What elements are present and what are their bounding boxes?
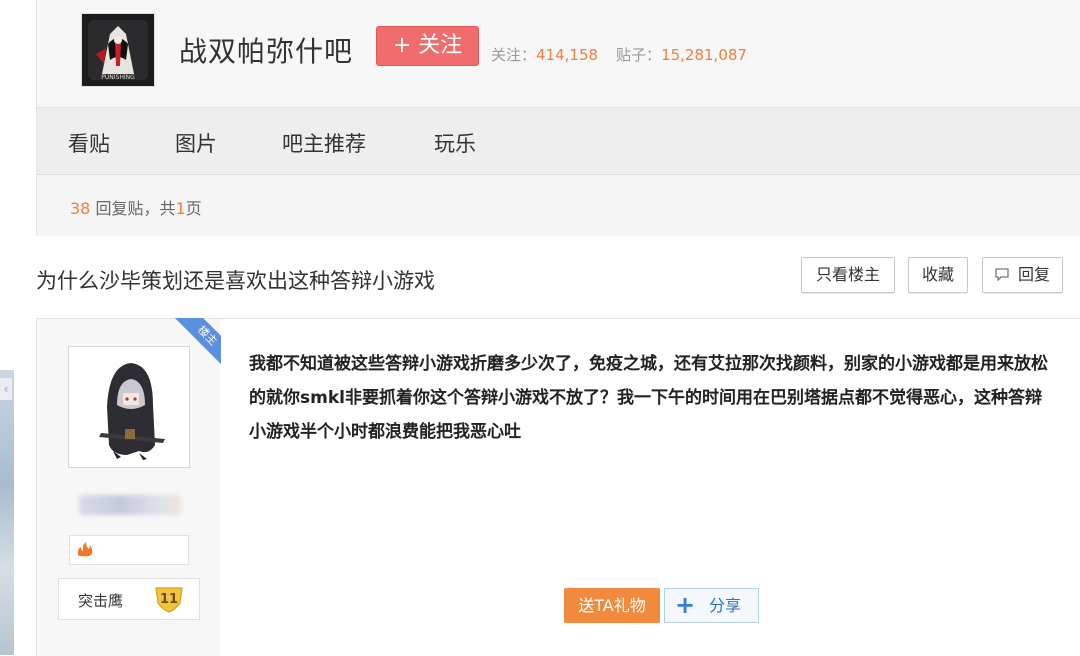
posts-count: 15,281,087 (661, 46, 747, 64)
posts-label: 贴子： (616, 46, 662, 64)
reply-button[interactable]: 回复 (982, 257, 1063, 293)
share-label: 分享 (709, 596, 742, 615)
svg-text:11: 11 (160, 592, 178, 607)
post-content-panel: 我都不知道被这些答辩小游戏折磨多少次了，免疫之城，还有艾拉那次找颜料，别家的小游… (220, 319, 1080, 656)
level-shield-icon: 11 (153, 585, 185, 617)
page-count: 1 (175, 199, 186, 218)
svg-text:PUNISHING: PUNISHING (101, 74, 135, 81)
tab-images[interactable]: 图片 (175, 128, 217, 158)
thread-title: 为什么沙毕策划还是喜欢出这种答辩小游戏 (36, 269, 435, 293)
tab-fun[interactable]: 玩乐 (434, 128, 476, 158)
tab-admin-picks[interactable]: 吧主推荐 (282, 128, 366, 158)
flame-icon[interactable] (76, 541, 94, 561)
op-corner-badge: 楼主 (175, 318, 221, 364)
post: 突击鹰 11 我都不知道被这些答辩小游戏折磨多少次了，免疫之城，还有艾拉那次找颜… (36, 318, 1080, 656)
reply-label: 回复 (1018, 265, 1051, 284)
forum-logo-icon[interactable]: PUNISHING (81, 13, 155, 87)
favorite-button[interactable]: 收藏 (908, 257, 968, 293)
level-badge[interactable]: 突击鹰 11 (58, 578, 200, 620)
avatar[interactable] (68, 346, 190, 468)
send-gift-button[interactable]: 送TA礼物 (564, 588, 660, 623)
username-blurred[interactable] (79, 495, 181, 515)
side-panel-edge: ‹ (0, 370, 14, 655)
author-panel: 突击鹰 11 (37, 319, 220, 656)
reply-icon (995, 265, 1014, 284)
reply-count: 38 (70, 199, 91, 218)
forum-nav: 看贴 图片 吧主推荐 玩乐 (36, 108, 1080, 175)
follow-button[interactable]: + 关注 (376, 26, 479, 66)
followers-label: 关注： (491, 46, 537, 64)
forum-name[interactable]: 战双帕弥什吧 (179, 30, 353, 70)
forum-stats: 关注：414,158 贴子：15,281,087 (491, 44, 747, 65)
level-name: 突击鹰 (78, 592, 124, 610)
reply-summary: 38 回复贴，共1页 (70, 199, 202, 218)
thread-title-row: 为什么沙毕策划还是喜欢出这种答辩小游戏 只看楼主 收藏 回复 (0, 236, 1080, 318)
op-badge-label: 楼主 (175, 318, 221, 364)
post-content: 我都不知道被这些答辩小游戏折磨多少次了，免疫之城，还有艾拉那次找颜料，别家的小游… (249, 354, 1048, 442)
only-op-button[interactable]: 只看楼主 (801, 257, 895, 293)
tab-view-posts[interactable]: 看贴 (68, 128, 110, 158)
plus-icon: + (675, 591, 696, 619)
share-button[interactable]: + 分享 (664, 588, 759, 623)
forum-header: PUNISHING 战双帕弥什吧 + 关注 关注：414,158 贴子：15,28… (36, 0, 1080, 108)
followers-count: 414,158 (536, 46, 599, 64)
thread-info-bar: 38 回复贴，共1页 (36, 175, 1080, 237)
badge-row (69, 535, 189, 565)
arrow-left-icon[interactable]: ‹ (0, 378, 12, 400)
